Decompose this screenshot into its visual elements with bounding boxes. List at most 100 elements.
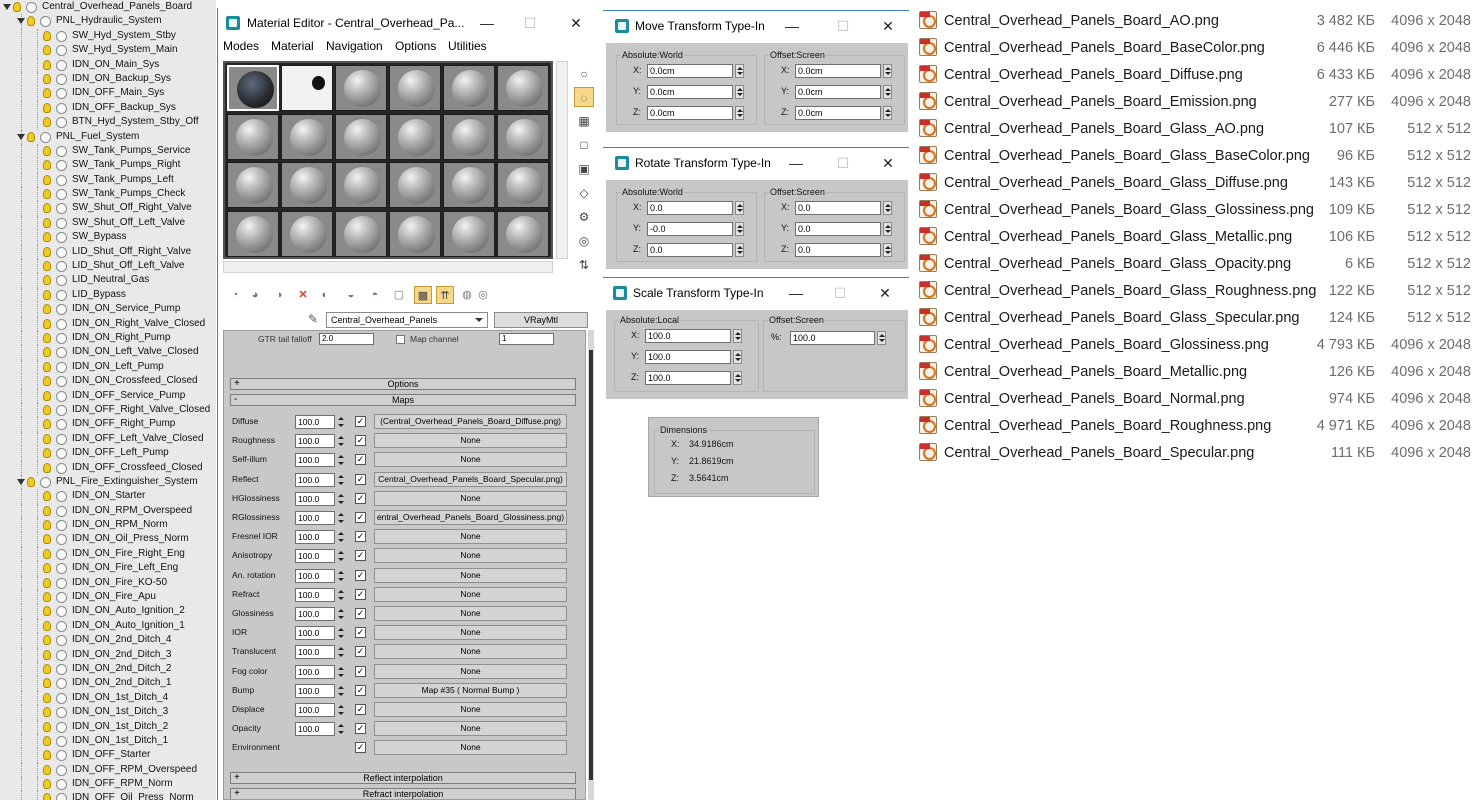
- visibility-toggle-icon[interactable]: [56, 203, 67, 215]
- value-spinner[interactable]: [883, 222, 892, 236]
- light-bulb-icon[interactable]: [43, 347, 51, 358]
- light-bulb-icon[interactable]: [43, 261, 51, 272]
- visibility-toggle-icon[interactable]: [56, 217, 67, 229]
- light-bulb-icon[interactable]: [43, 592, 51, 603]
- visibility-toggle-icon[interactable]: [56, 304, 67, 316]
- amount-spinner[interactable]: [338, 492, 346, 506]
- value-spinner[interactable]: [883, 243, 892, 257]
- tree-row[interactable]: SW_Hyd_System_Stby: [0, 28, 216, 44]
- value-spinner[interactable]: [877, 331, 886, 345]
- material-slot[interactable]: [497, 210, 549, 257]
- tree-row[interactable]: IDN_ON_2nd_Ditch_1: [0, 676, 216, 691]
- light-bulb-icon[interactable]: [43, 735, 51, 746]
- visibility-toggle-icon[interactable]: [56, 332, 67, 344]
- minimize-button[interactable]: —: [781, 278, 811, 308]
- material-slot[interactable]: [389, 162, 441, 208]
- visibility-toggle-icon[interactable]: [56, 361, 67, 373]
- visibility-toggle-icon[interactable]: [56, 275, 67, 287]
- tree-row[interactable]: IDN_OFF_Main_Sys: [0, 86, 216, 101]
- visibility-toggle-icon[interactable]: [56, 779, 67, 791]
- map-enable-checkbox[interactable]: ✓: [355, 435, 366, 447]
- tree-row[interactable]: IDN_OFF_Backup_Sys: [0, 100, 216, 116]
- light-bulb-icon[interactable]: [43, 563, 51, 574]
- tree-row[interactable]: IDN_ON_Starter: [0, 489, 216, 504]
- light-bulb-icon[interactable]: [43, 189, 51, 200]
- tree-row[interactable]: IDN_ON_RPM_Overspeed: [0, 503, 216, 519]
- menu-modes[interactable]: Modes: [223, 39, 259, 53]
- map-amount-field[interactable]: 100.0: [295, 607, 335, 621]
- visibility-toggle-icon[interactable]: [26, 2, 37, 13]
- visibility-toggle-icon[interactable]: [56, 246, 67, 258]
- file-row[interactable]: Central_Overhead_Panels_Board_Metallic.p…: [917, 359, 1480, 386]
- visibility-toggle-icon[interactable]: [56, 505, 67, 517]
- tree-row[interactable]: LID_Shut_Off_Right_Valve: [0, 244, 216, 260]
- amount-spinner[interactable]: [338, 722, 346, 736]
- transform-value-field[interactable]: 0.0cm: [647, 64, 733, 78]
- map-channel-field[interactable]: 1: [499, 333, 554, 345]
- light-bulb-icon[interactable]: [43, 520, 51, 531]
- file-row[interactable]: Central_Overhead_Panels_Board_Glass_Spec…: [917, 305, 1480, 332]
- visibility-toggle-icon[interactable]: [56, 347, 67, 359]
- amount-spinner[interactable]: [338, 434, 346, 448]
- show-end-result-icon[interactable]: ▩: [414, 286, 432, 304]
- eyedropper-icon[interactable]: ✎: [308, 312, 318, 326]
- minimize-button[interactable]: —: [777, 11, 807, 41]
- maximize-button[interactable]: ☐: [828, 11, 858, 41]
- light-bulb-icon[interactable]: [43, 764, 51, 775]
- map-enable-checkbox[interactable]: ✓: [355, 608, 366, 619]
- map-amount-field[interactable]: 100.0: [295, 722, 335, 737]
- light-bulb-icon[interactable]: [27, 476, 35, 487]
- maximize-button[interactable]: ☐: [825, 278, 855, 308]
- transform-value-field[interactable]: 100.0: [790, 331, 875, 345]
- material-slot[interactable]: [281, 65, 333, 111]
- light-bulb-icon[interactable]: [43, 174, 51, 185]
- tree-row[interactable]: IDN_ON_Oil_Press_Norm: [0, 532, 216, 547]
- light-bulb-icon[interactable]: [43, 419, 51, 430]
- amount-spinner[interactable]: [338, 607, 346, 621]
- tree-row[interactable]: IDN_ON_2nd_Ditch_3: [0, 647, 216, 662]
- tree-row[interactable]: IDN_ON_Auto_Ignition_1: [0, 618, 216, 634]
- value-spinner[interactable]: [883, 106, 892, 120]
- map-slot-button[interactable]: None: [374, 625, 567, 641]
- light-bulb-icon[interactable]: [43, 779, 51, 790]
- tree-row[interactable]: PNL_Fuel_System: [0, 129, 216, 144]
- tree-row[interactable]: IDN_ON_Service_Pump: [0, 302, 216, 317]
- map-amount-field[interactable]: 100.0: [295, 472, 335, 487]
- visibility-toggle-icon[interactable]: [56, 88, 67, 100]
- expand-arrow-icon[interactable]: [3, 4, 11, 10]
- map-slot-button[interactable]: Central_Overhead_Panels_Board_Specular.p…: [374, 471, 567, 487]
- map-slot-button[interactable]: None: [374, 586, 567, 602]
- refract-interpolation-rollout[interactable]: + Refract interpolation: [230, 788, 576, 799]
- tree-row[interactable]: IDN_ON_2nd_Ditch_4: [0, 633, 216, 648]
- light-bulb-icon[interactable]: [43, 534, 51, 545]
- transform-value-field[interactable]: 100.0: [645, 329, 731, 343]
- material-id-icon[interactable]: ◓: [366, 286, 384, 304]
- visibility-toggle-icon[interactable]: [56, 577, 67, 589]
- transform-value-field[interactable]: 0.0cm: [795, 64, 881, 78]
- material-slot[interactable]: [281, 162, 333, 208]
- menu-material[interactable]: Material: [271, 39, 314, 53]
- light-bulb-icon[interactable]: [43, 649, 51, 660]
- value-spinner[interactable]: [733, 329, 742, 343]
- light-bulb-icon[interactable]: [43, 620, 51, 631]
- map-amount-field[interactable]: 100.0: [295, 568, 335, 583]
- tree-row[interactable]: IDN_OFF_Left_Valve_Closed: [0, 431, 216, 447]
- visibility-toggle-icon[interactable]: [56, 117, 67, 129]
- map-enable-checkbox[interactable]: ✓: [355, 723, 366, 735]
- visibility-toggle-icon[interactable]: [40, 16, 51, 28]
- material-slot[interactable]: [443, 65, 495, 111]
- move-transform-titlebar[interactable]: Move Transform Type-In — ☐ ✕: [603, 11, 909, 41]
- put-to-scene-icon[interactable]: ◕: [246, 286, 264, 304]
- light-bulb-icon[interactable]: [43, 635, 51, 646]
- amount-spinner[interactable]: [338, 645, 346, 659]
- light-bulb-icon[interactable]: [43, 289, 51, 300]
- value-spinner[interactable]: [883, 85, 892, 99]
- file-row[interactable]: Central_Overhead_Panels_Board_Roughness.…: [917, 413, 1480, 440]
- material-editor-titlebar[interactable]: Material Editor - Central_Overhead_Pa...…: [218, 8, 600, 38]
- value-spinner[interactable]: [735, 64, 744, 78]
- get-material-icon[interactable]: ◔: [226, 286, 244, 304]
- value-spinner[interactable]: [733, 371, 742, 385]
- value-spinner[interactable]: [733, 350, 742, 364]
- map-amount-field[interactable]: 100.0: [295, 491, 335, 506]
- visibility-toggle-icon[interactable]: [40, 131, 51, 143]
